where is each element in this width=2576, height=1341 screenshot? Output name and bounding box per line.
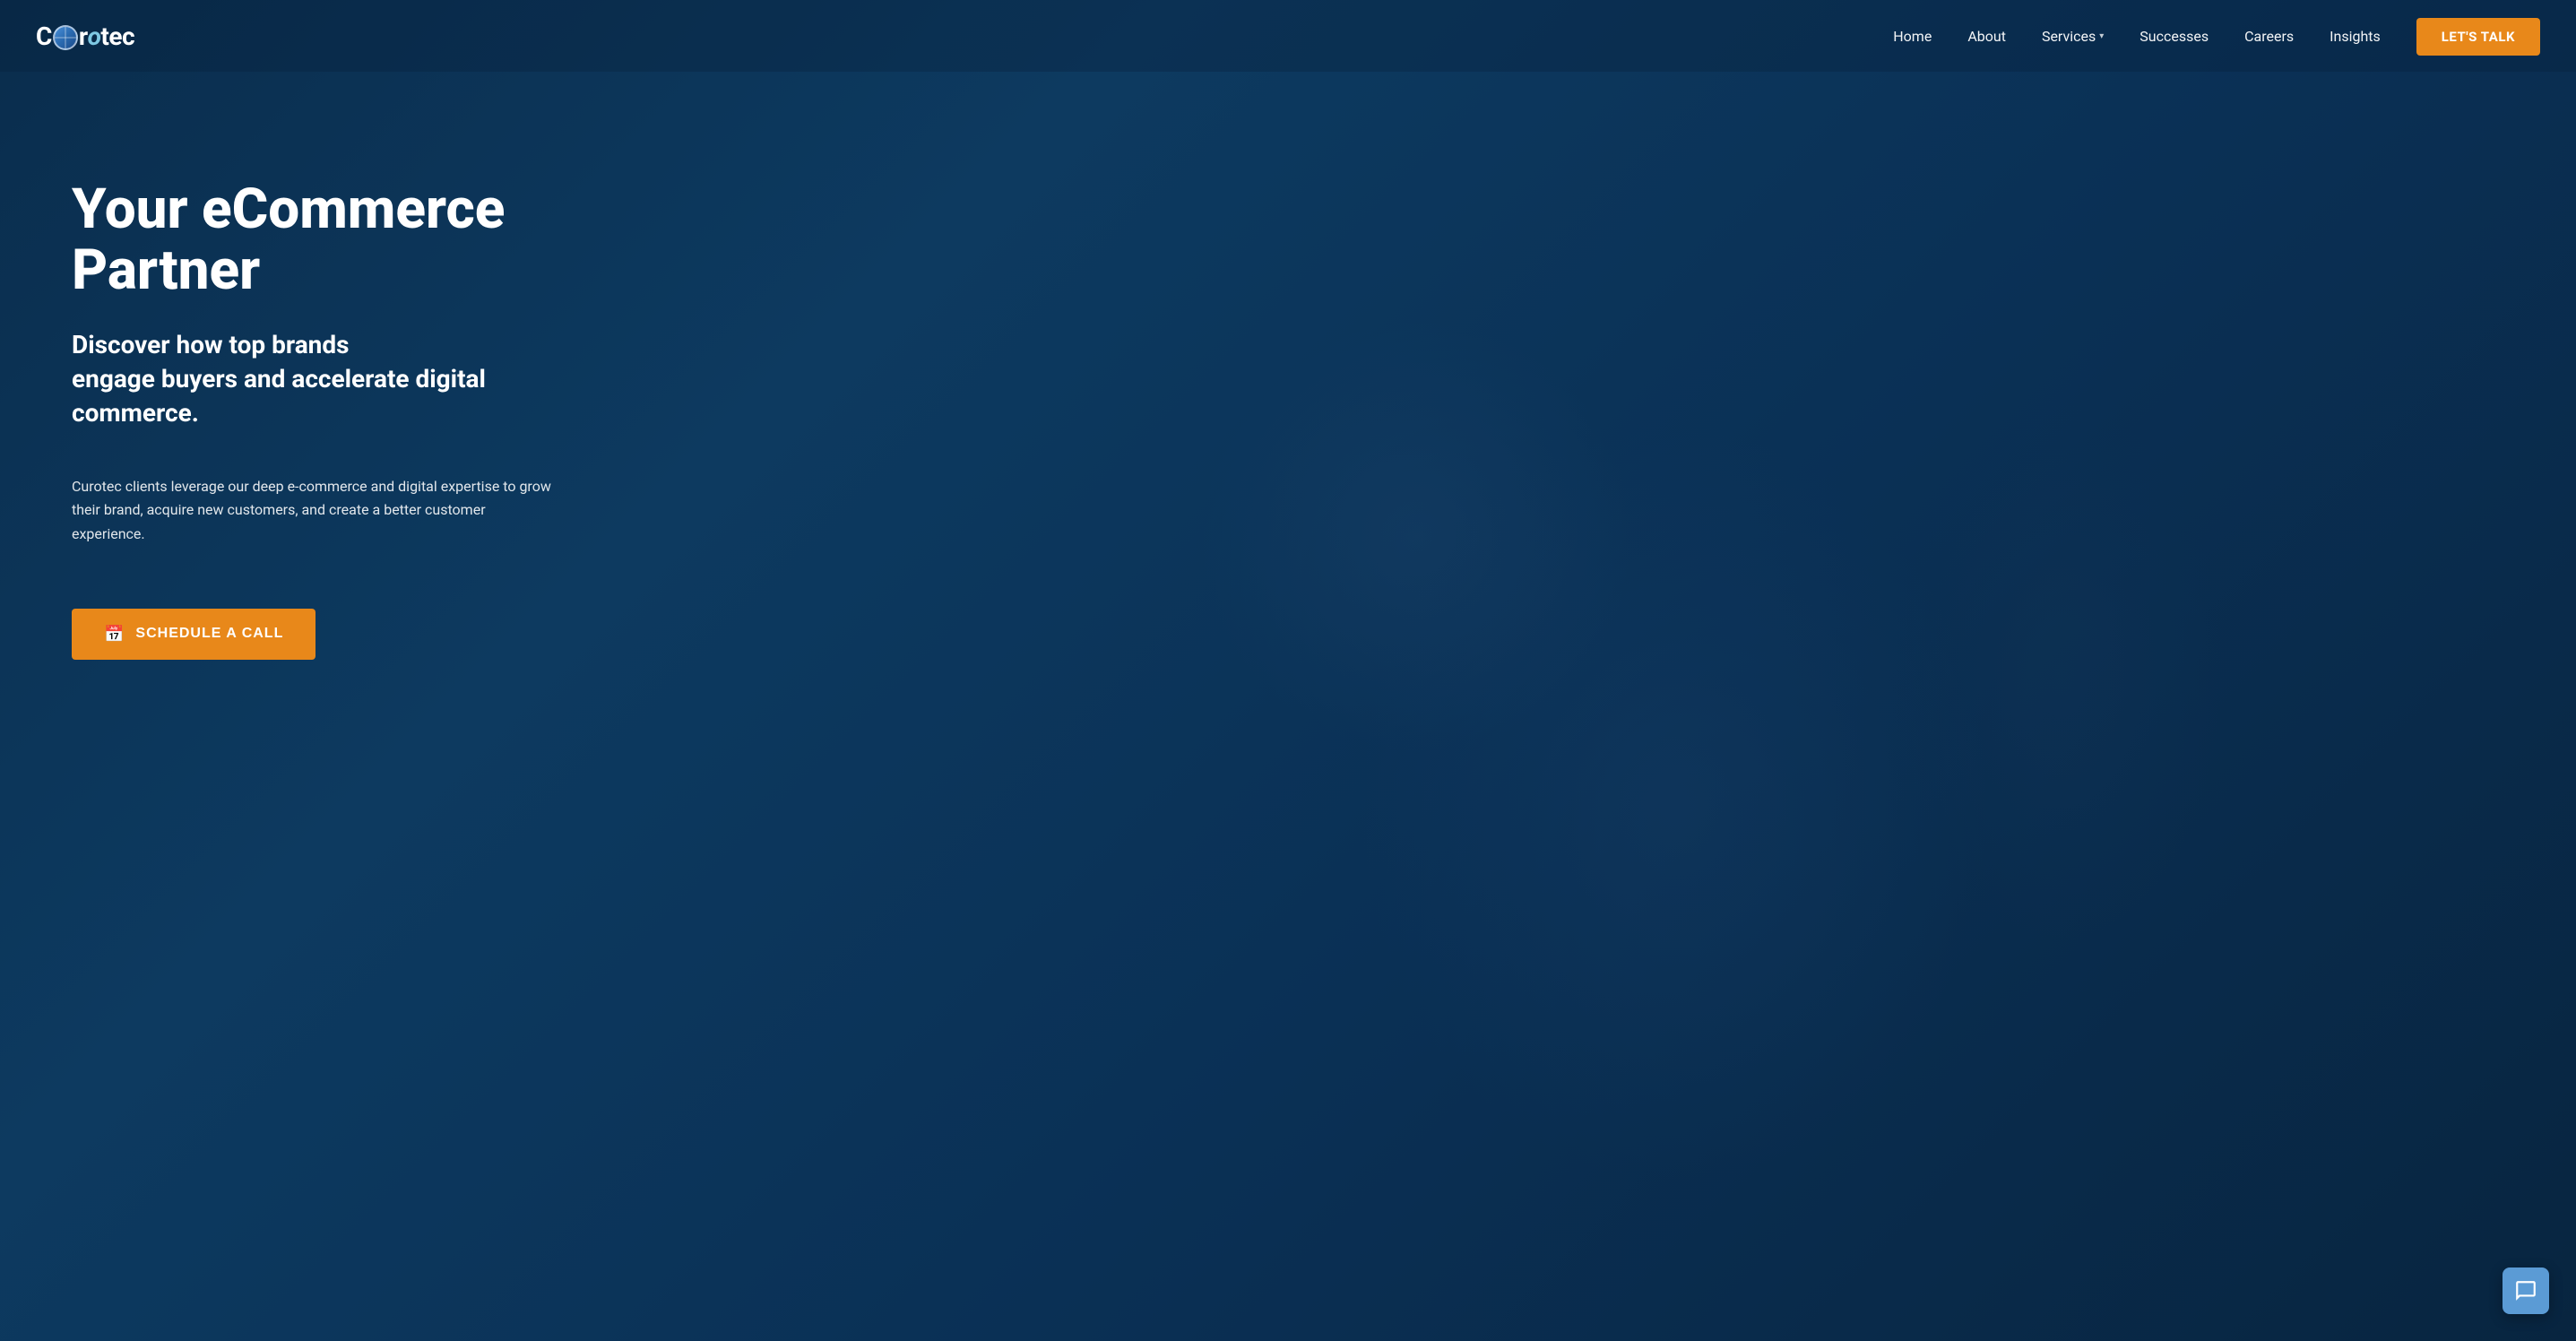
logo[interactable]: Crotec	[36, 22, 134, 51]
hero-description: Curotec clients leverage our deep e-comm…	[72, 475, 556, 546]
nav-item-cta[interactable]: LET'S TALK	[2416, 28, 2540, 45]
nav-cta-button[interactable]: LET'S TALK	[2416, 18, 2540, 56]
nav-link-services-label: Services	[2042, 28, 2096, 45]
nav-link-careers[interactable]: Careers	[2244, 28, 2294, 45]
nav-link-services[interactable]: Services ▾	[2042, 28, 2104, 45]
chevron-down-icon: ▾	[2099, 31, 2104, 41]
nav-link-successes[interactable]: Successes	[2139, 28, 2209, 45]
nav-item-insights[interactable]: Insights	[2330, 28, 2381, 45]
calendar-icon: 📅	[104, 625, 125, 644]
schedule-call-label: SCHEDULE A CALL	[135, 626, 283, 642]
hero-title: Your eCommerce Partner	[72, 179, 556, 301]
logo-globe-icon	[53, 25, 78, 50]
nav-link-about[interactable]: About	[1967, 28, 2006, 45]
nav-item-services[interactable]: Services ▾	[2042, 28, 2104, 45]
nav-item-successes[interactable]: Successes	[2139, 28, 2209, 45]
logo-text-part: o	[88, 22, 101, 51]
schedule-call-button[interactable]: 📅 SCHEDULE A CALL	[72, 609, 316, 660]
hero-subtitle: Discover how top brandsengage buyers and…	[72, 328, 556, 429]
nav-item-careers[interactable]: Careers	[2244, 28, 2294, 45]
nav-links: Home About Services ▾ Successes Careers …	[1893, 28, 2540, 45]
nav-link-insights[interactable]: Insights	[2330, 28, 2381, 45]
nav-item-about[interactable]: About	[1967, 28, 2006, 45]
navbar: Crotec Home About Services ▾ Successes C…	[0, 0, 2576, 72]
nav-item-home[interactable]: Home	[1893, 28, 1932, 45]
nav-link-home[interactable]: Home	[1893, 28, 1932, 45]
chat-bubble-button[interactable]	[2503, 1267, 2549, 1314]
hero-section: Crotec Home About Services ▾ Successes C…	[0, 0, 2576, 1341]
chat-icon	[2514, 1279, 2537, 1302]
hero-content: Your eCommerce Partner Discover how top …	[0, 72, 627, 731]
logo-text: Crotec	[36, 22, 134, 51]
